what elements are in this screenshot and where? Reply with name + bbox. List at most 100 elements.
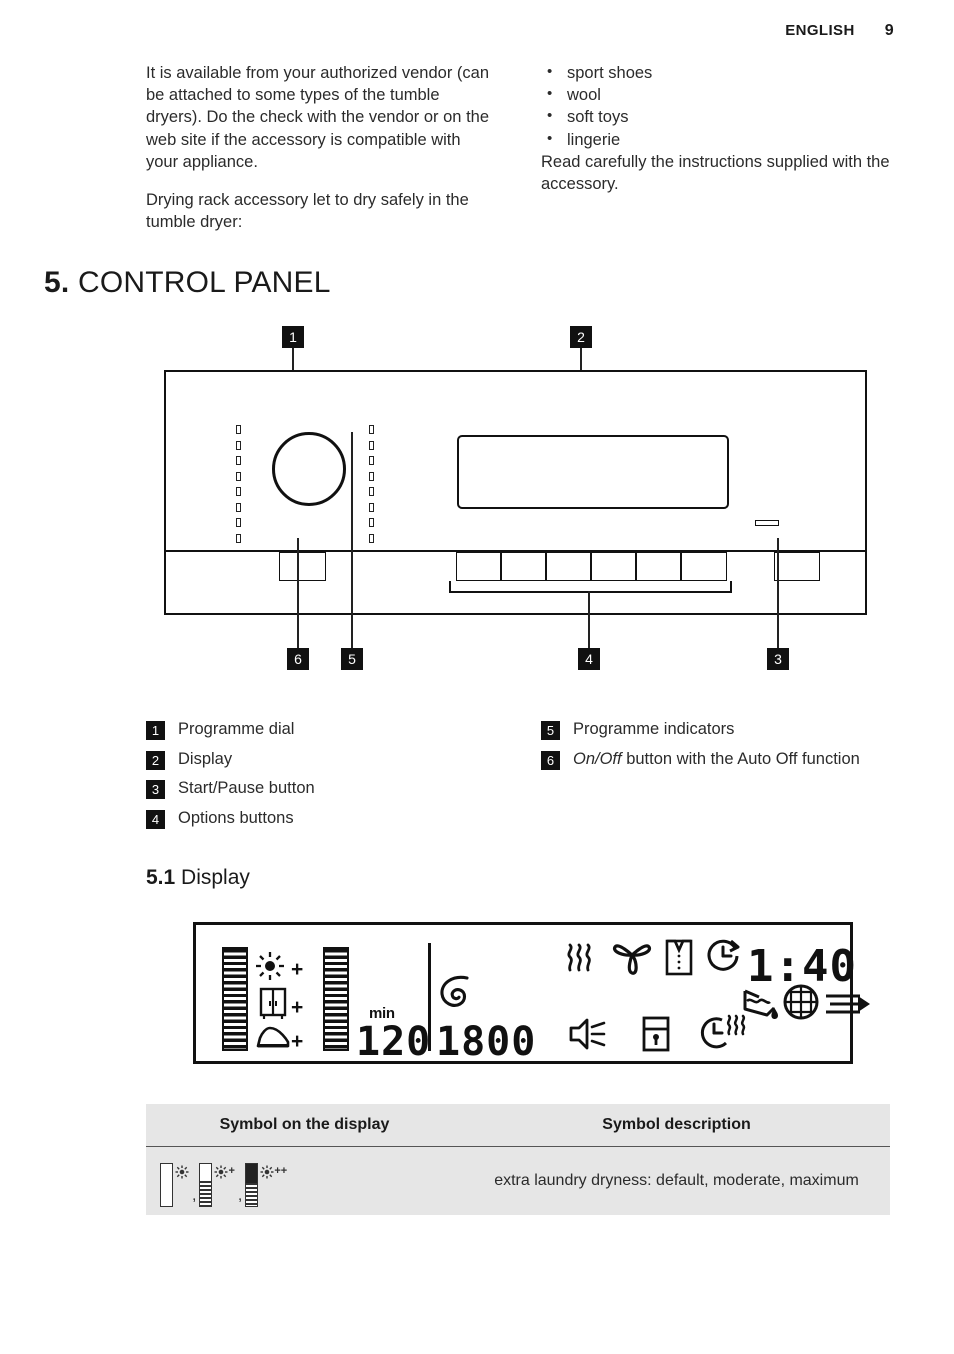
accessory-list: sport shoes wool soft toys lingerie: [541, 61, 890, 151]
dryness-bar-left-icon: [222, 947, 248, 1051]
wool-icon: [610, 937, 654, 982]
spiral-icon: [437, 973, 475, 1018]
legend-entry-2: 2 Display: [146, 748, 495, 771]
airflow-icon: [824, 991, 872, 1024]
callout-5: 5: [341, 648, 363, 670]
symbol-separator: ,: [192, 1187, 197, 1204]
subsection-number: 5.1: [146, 866, 176, 889]
control-panel-diagram: 1 2 6 5 4 3: [146, 326, 886, 686]
legend-number: 1: [146, 721, 165, 740]
callout-3: 3: [767, 648, 789, 670]
child-lock-icon: [640, 1015, 672, 1058]
subsection-title-text: Display: [181, 866, 250, 889]
cupboard-dry-icon: [258, 987, 288, 1026]
option-button-1[interactable]: [456, 552, 501, 581]
plus-sign-2: +: [291, 996, 304, 1019]
dryness-bar-full: [245, 1163, 259, 1207]
legend-entry-4: 4 Options buttons: [146, 807, 495, 830]
iron-dry-icon: [256, 1025, 290, 1054]
sun-icon: [255, 951, 285, 986]
legend-left-column: 1 Programme dial 2 Display 3 Start/Pause…: [146, 718, 495, 836]
list-item: lingerie: [541, 128, 890, 151]
indicator-tick: [236, 471, 241, 481]
indicator-tick: [236, 425, 241, 434]
legend-label: Start/Pause button: [178, 779, 315, 797]
plus-sign: ++: [274, 1165, 288, 1177]
sun-icon: [214, 1165, 228, 1184]
display-separator: [428, 943, 431, 1051]
symbol-separator: ,: [237, 1187, 243, 1204]
anti-crease-icon: [696, 1011, 748, 1060]
sun-icon: [175, 1165, 189, 1184]
option-button-6[interactable]: [681, 552, 727, 581]
leader-line-4: [588, 591, 590, 648]
option-button-4[interactable]: [591, 552, 636, 581]
list-item: soft toys: [541, 105, 890, 128]
delay-start-icon: [704, 937, 744, 982]
legend-entry-6: 6 On/Off button with the Auto Off functi…: [541, 748, 890, 771]
symbol-table: Symbol on the display Symbol description: [146, 1104, 890, 1215]
heat-waves-icon: [564, 941, 598, 980]
indicator-tick: [369, 425, 374, 434]
table-row: , + , ++ extra laundry dryness: default,…: [146, 1146, 890, 1215]
legend-entry-3: 3 Start/Pause button: [146, 777, 495, 800]
legend-right-column: 5 Programme indicators 6 On/Off button w…: [541, 718, 890, 836]
callout-4: 4: [578, 648, 600, 670]
list-item: sport shoes: [541, 61, 890, 84]
drying-time-value: 120: [356, 1019, 432, 1065]
extra-dryness-levels-icon: , + , ++: [152, 1155, 457, 1207]
dryness-bar-right-icon: [323, 947, 349, 1051]
indicator-tick: [369, 533, 374, 543]
legend-number: 3: [146, 780, 165, 799]
dryness-maximum-icon: ++: [245, 1163, 287, 1207]
legend-label: On/Off button with the Auto Off function: [573, 748, 860, 771]
intro-text-block: It is available from your authorized ven…: [146, 61, 890, 249]
legend-entry-1: 1 Programme dial: [146, 718, 495, 741]
option-button-3[interactable]: [546, 552, 591, 581]
column-header-description: Symbol description: [463, 1104, 890, 1147]
intro-left-column: It is available from your authorized ven…: [146, 62, 495, 249]
callout-1: 1: [282, 326, 304, 348]
spin-speed-value: 1800: [436, 1019, 537, 1065]
legend-label: Programme indicators: [573, 720, 735, 738]
legend-label: Programme dial: [178, 720, 295, 738]
page-number: 9: [884, 22, 894, 39]
indicator-tick: [369, 440, 374, 450]
dryness-bar-empty: [160, 1163, 173, 1207]
programme-indicators-right: [369, 425, 374, 543]
legend-label: Display: [178, 749, 233, 768]
start-pause-button[interactable]: [774, 552, 820, 581]
table-header-row: Symbol on the display Symbol description: [146, 1104, 890, 1147]
intro-paragraph-3: Read carefully the instructions supplied…: [541, 152, 890, 194]
shirt-icon: [662, 937, 696, 982]
figure-legend: 1 Programme dial 2 Display 3 Start/Pause…: [146, 718, 890, 836]
indicator-tick: [369, 518, 374, 527]
indicator-tick: [369, 471, 374, 481]
legend-label: Options buttons: [178, 808, 294, 827]
dryness-bar-half: [199, 1163, 213, 1207]
option-button-5[interactable]: [636, 552, 681, 581]
dryness-default-icon: [160, 1163, 189, 1207]
appliance-control-panel: [164, 370, 867, 615]
buzzer-icon: [567, 1017, 609, 1056]
symbol-cell: , + , ++: [146, 1146, 463, 1215]
panel-button-row: [166, 552, 865, 584]
legend-label-italic: On/Off: [573, 749, 622, 768]
plus-sign: +: [228, 1165, 235, 1177]
indicator-tick: [236, 502, 241, 512]
programme-dial[interactable]: [272, 432, 346, 506]
column-header-symbol: Symbol on the display: [146, 1104, 463, 1147]
legend-number: 2: [146, 750, 165, 770]
section-number: 5.: [44, 266, 70, 299]
indicator-tick: [369, 456, 374, 465]
plus-sign-1: +: [291, 958, 304, 981]
on-off-button[interactable]: [279, 552, 326, 581]
filter-icon: [782, 983, 820, 1026]
display-diagram: + + + min 120 1800 1:40: [193, 922, 870, 1065]
list-item: wool: [541, 83, 890, 106]
indicator-tick: [236, 533, 241, 543]
intro-right-column: sport shoes wool soft toys lingerie Read…: [541, 61, 890, 249]
option-button-2[interactable]: [501, 552, 546, 581]
plus-sign-3: +: [291, 1030, 304, 1053]
header-language: ENGLISH: [785, 22, 855, 39]
